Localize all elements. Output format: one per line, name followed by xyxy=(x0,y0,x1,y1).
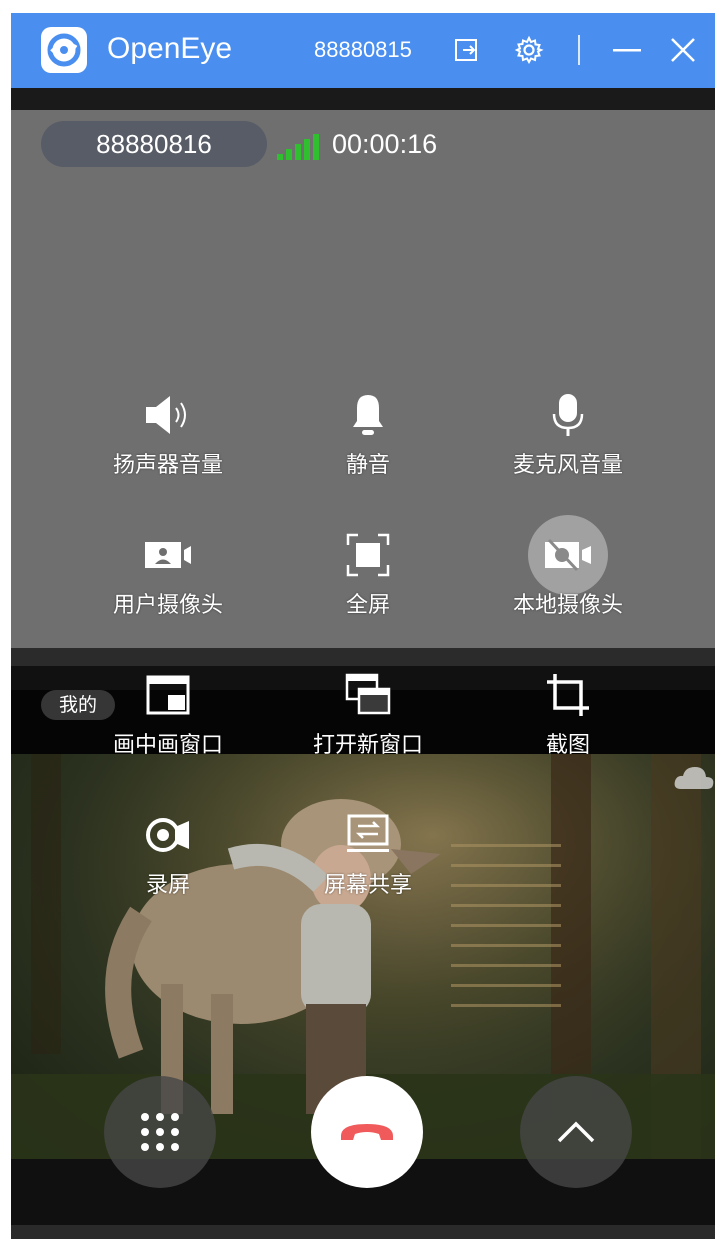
remote-number: 88880816 xyxy=(41,121,267,167)
user-camera-icon xyxy=(138,525,198,585)
call-window: OpenEye 88880815 88880816 00:00:16 我的 扬声… xyxy=(11,13,715,1239)
cloud-icon xyxy=(674,767,714,789)
local-camera-label: 本地摄像头 xyxy=(512,593,623,618)
local-camera-button[interactable]: 本地摄像头 xyxy=(468,515,668,621)
signal-strength-icon xyxy=(277,134,319,160)
screen-share-button[interactable]: 屏幕共享 xyxy=(268,805,468,901)
account-number: 88880815 xyxy=(314,37,412,62)
speaker-icon xyxy=(138,385,198,445)
keypad-icon xyxy=(141,1113,179,1151)
logout-icon[interactable] xyxy=(452,35,482,65)
fullscreen-button[interactable]: 全屏 xyxy=(268,525,468,621)
openeye-logo-icon xyxy=(41,27,87,73)
record-icon xyxy=(138,805,198,865)
titlebar-divider xyxy=(578,35,580,65)
mute-button[interactable]: 静音 xyxy=(268,385,468,481)
chevron-up-icon xyxy=(557,1121,595,1143)
picture-in-picture-label: 画中画窗口 xyxy=(112,733,223,758)
user-camera-label: 用户摄像头 xyxy=(112,593,223,618)
screenshot-button[interactable]: 截图 xyxy=(468,665,668,761)
screen-record-label: 录屏 xyxy=(145,873,190,898)
hangup-icon xyxy=(341,1124,393,1140)
screen-record-button[interactable]: 录屏 xyxy=(68,805,268,901)
mute-label: 静音 xyxy=(345,453,390,478)
new-window-icon xyxy=(338,665,398,725)
hangup-button[interactable] xyxy=(311,1076,423,1188)
gear-icon[interactable] xyxy=(514,35,544,65)
expand-controls-button[interactable] xyxy=(520,1076,632,1188)
app-title: OpenEye xyxy=(107,32,233,65)
call-duration: 00:00:16 xyxy=(332,129,438,159)
top-divider xyxy=(11,88,715,110)
camera-off-icon xyxy=(528,515,608,595)
microphone-volume-button[interactable]: 麦克风音量 xyxy=(468,385,668,481)
keypad-button[interactable] xyxy=(104,1076,216,1188)
speaker-volume-label: 扬声器音量 xyxy=(112,453,223,478)
open-new-window-label: 打开新窗口 xyxy=(312,733,423,758)
screen-share-icon xyxy=(338,805,398,865)
screenshot-label: 截图 xyxy=(545,733,590,758)
speaker-volume-button[interactable]: 扬声器音量 xyxy=(68,385,268,481)
close-icon[interactable] xyxy=(668,35,698,65)
title-bar: OpenEye 88880815 xyxy=(11,13,715,88)
open-new-window-button[interactable]: 打开新窗口 xyxy=(268,665,468,761)
fullscreen-icon xyxy=(338,525,398,585)
picture-in-picture-button[interactable]: 画中画窗口 xyxy=(68,665,268,761)
screen-share-label: 屏幕共享 xyxy=(323,873,412,898)
bell-icon xyxy=(338,385,398,445)
microphone-volume-label: 麦克风音量 xyxy=(512,453,623,478)
fullscreen-label: 全屏 xyxy=(345,593,390,618)
bottom-edge xyxy=(11,1225,715,1239)
picture-in-picture-icon xyxy=(138,665,198,725)
user-camera-button[interactable]: 用户摄像头 xyxy=(68,525,268,621)
minimize-icon[interactable] xyxy=(612,35,642,65)
microphone-icon xyxy=(538,385,598,445)
crop-icon xyxy=(538,665,598,725)
